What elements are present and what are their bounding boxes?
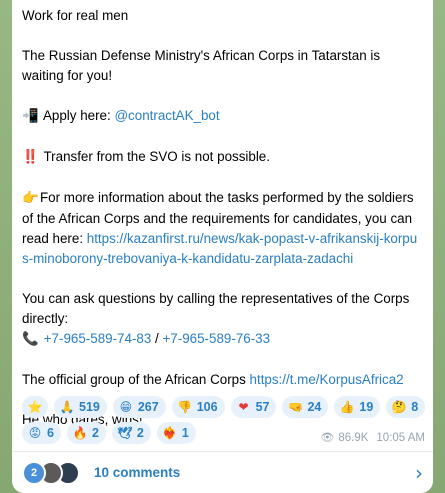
phone-arrow-icon: 📲 bbox=[22, 109, 39, 124]
thumbs-up-icon: 👍 bbox=[339, 400, 355, 414]
transfer-line: ‼️ Transfer from the SVO is not possible… bbox=[22, 147, 423, 168]
reaction-count: 8 bbox=[411, 400, 419, 414]
reaction-heart[interactable]: ❤ 57 bbox=[230, 396, 277, 418]
reaction-count: 2 bbox=[91, 426, 99, 440]
pray-icon: 🙏 bbox=[59, 400, 75, 414]
group-link[interactable]: https://t.me/KorpusAfrica2 bbox=[250, 372, 404, 387]
comments-count[interactable]: 10 comments bbox=[94, 465, 415, 480]
reaction-thumbs-up[interactable]: 👍 19 bbox=[334, 396, 381, 418]
reaction-count: 57 bbox=[255, 400, 270, 414]
transfer-text: Transfer from the SVO is not possible. bbox=[43, 149, 270, 164]
thinking-icon: 🤔 bbox=[391, 400, 407, 414]
reaction-star[interactable]: ⭐ bbox=[22, 396, 48, 418]
eye-icon: 👁 bbox=[320, 431, 335, 444]
heart-on-fire-icon: ❤️‍🔥 bbox=[162, 426, 178, 440]
reaction-grin[interactable]: 😁 267 bbox=[112, 396, 166, 418]
reaction-count: 1 bbox=[181, 426, 189, 440]
reaction-dove[interactable]: 🕊 2 bbox=[111, 422, 151, 444]
reaction-pray[interactable]: 🙏 519 bbox=[54, 396, 107, 418]
apply-label: Apply here: bbox=[42, 108, 115, 123]
star-icon: ⭐ bbox=[27, 400, 43, 414]
reaction-count: 6 bbox=[47, 426, 54, 440]
post-time: 10:05 AM bbox=[376, 431, 425, 444]
channel-post: Work for real men The Russian Defense Mi… bbox=[12, 0, 433, 493]
reaction-count: 106 bbox=[196, 400, 218, 414]
reaction-count: 24 bbox=[307, 400, 322, 414]
pointing-hand-icon: 👉 bbox=[22, 191, 39, 206]
view-count: 86.9K bbox=[338, 431, 369, 444]
phones-line: 📞 +7-965-589-74-83 / +7-965-589-76-33 bbox=[22, 329, 423, 350]
phone-link-1[interactable]: +7-965-589-74-83 bbox=[44, 331, 152, 346]
reactions-row-1: ⭐ 🙏 519 😁 267 👎 106 ❤ 57 🤜 24 👍 19 🤔 8 bbox=[22, 396, 426, 418]
reaction-count: 519 bbox=[79, 400, 100, 414]
grin-icon: 😁 bbox=[119, 400, 133, 414]
heart-icon: ❤ bbox=[238, 400, 249, 414]
thumbs-down-icon: 👎 bbox=[177, 400, 193, 414]
group-text: The official group of the African Corps bbox=[22, 372, 250, 387]
questions-text: You can ask questions by calling the rep… bbox=[22, 291, 410, 326]
post-meta: 👁 86.9K 10:05 AM bbox=[320, 431, 425, 444]
bot-link[interactable]: @contractAK_bot bbox=[114, 108, 219, 123]
group-line: The official group of the African Corps … bbox=[22, 370, 423, 390]
phone-icon: 📞 bbox=[22, 332, 39, 347]
post-headline: Work for real men bbox=[22, 8, 129, 23]
phone-separator: / bbox=[151, 331, 163, 346]
reaction-fire[interactable]: 🔥 2 bbox=[66, 422, 106, 444]
reaction-count: 2 bbox=[136, 426, 144, 440]
reaction-heart-fire[interactable]: ❤️‍🔥 1 bbox=[156, 422, 196, 444]
reaction-thinking[interactable]: 🤔 8 bbox=[386, 396, 426, 418]
avatar: 2 bbox=[22, 460, 46, 485]
reaction-fist[interactable]: 🤜 24 bbox=[282, 396, 329, 418]
fist-icon: 🤜 bbox=[288, 400, 303, 414]
phone-link-2[interactable]: +7-965-589-76-33 bbox=[162, 331, 270, 346]
commenter-avatars: 2 bbox=[22, 460, 82, 485]
post-text: Work for real men The Russian Defense Mi… bbox=[12, 0, 433, 430]
double-exclamation-icon: ‼️ bbox=[22, 150, 39, 165]
reaction-count: 267 bbox=[137, 400, 159, 414]
apply-line: 📲 Apply here: @contractAK_bot bbox=[22, 106, 423, 127]
chevron-right-icon[interactable]: › bbox=[415, 461, 423, 485]
angry-icon: 😡 bbox=[28, 426, 42, 440]
reaction-thumbs-down[interactable]: 👎 106 bbox=[171, 396, 225, 418]
dove-icon: 🕊 bbox=[117, 426, 133, 440]
fire-icon: 🔥 bbox=[72, 426, 88, 440]
comments-bar[interactable]: 2 10 comments › bbox=[12, 452, 433, 493]
reaction-count: 19 bbox=[359, 400, 374, 414]
post-intro: The Russian Defense Ministry's African C… bbox=[22, 48, 381, 83]
reaction-angry[interactable]: 😡 6 bbox=[22, 422, 61, 444]
info-paragraph: 👉For more information about the tasks pe… bbox=[22, 188, 423, 269]
